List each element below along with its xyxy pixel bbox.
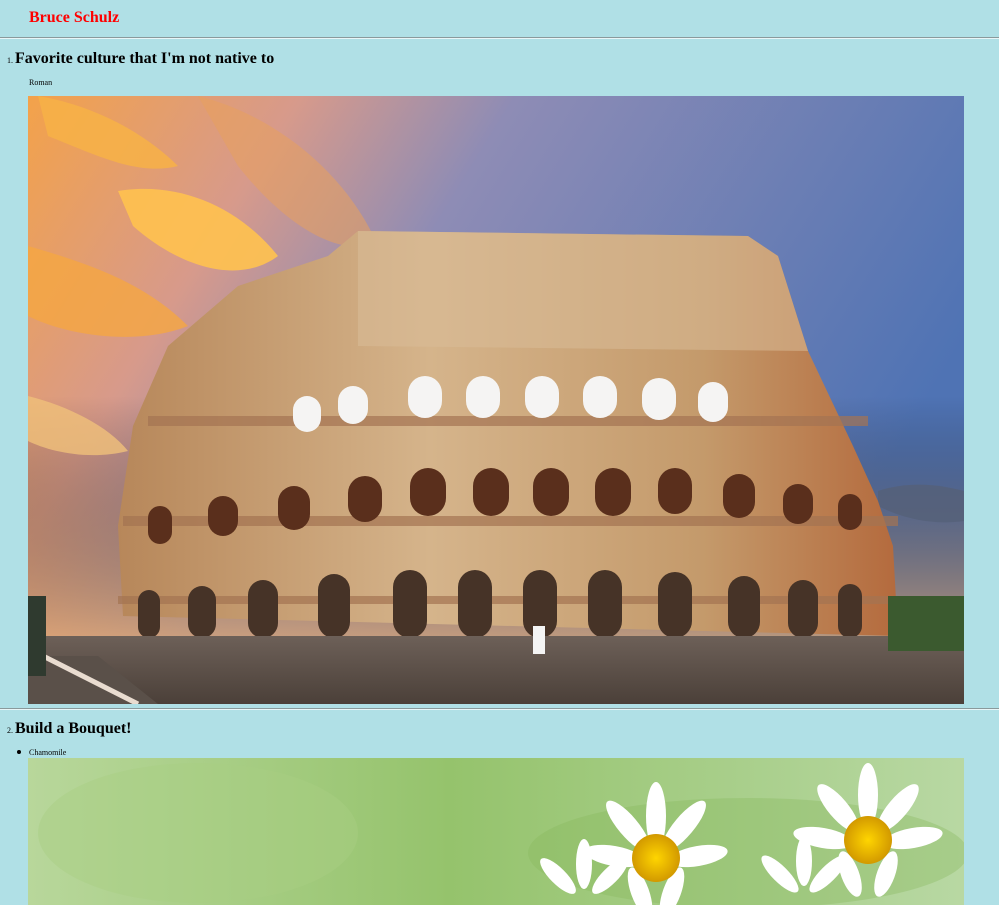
page-header: Bruce Schulz [29, 8, 119, 30]
bullet-icon [17, 750, 21, 754]
section-title: Build a Bouquet! [15, 720, 132, 737]
list-number: 2. [7, 726, 13, 735]
colosseum-photo [28, 96, 964, 704]
chamomile-photo [28, 758, 964, 905]
culture-caption: Roman [29, 78, 53, 87]
flower-label: Chamomile [29, 748, 67, 757]
page-title: Bruce Schulz [29, 9, 120, 26]
list-number: 1. [7, 56, 13, 65]
section-title: Favorite culture that I'm not native to [15, 50, 275, 67]
divider [0, 708, 999, 710]
divider [0, 37, 999, 39]
